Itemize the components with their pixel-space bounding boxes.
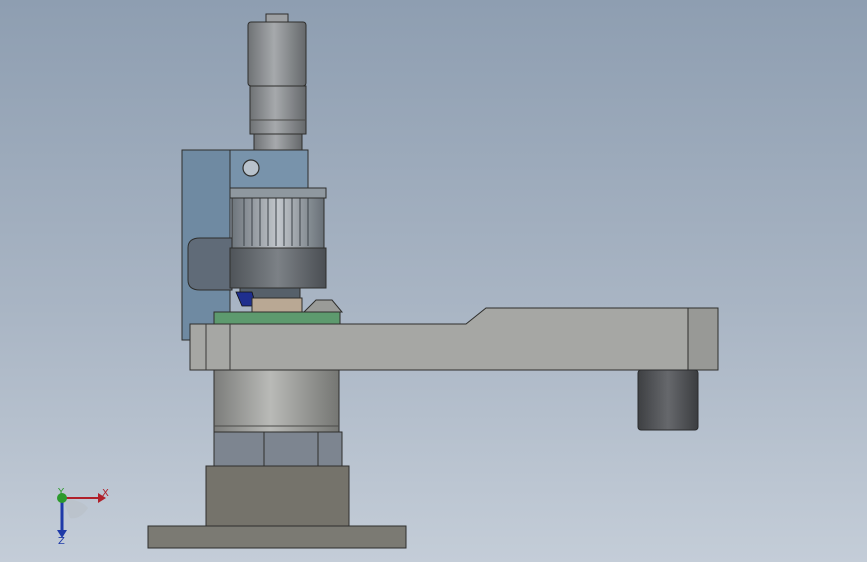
base-plate[interactable] bbox=[147, 525, 407, 549]
end-effector-foot[interactable] bbox=[637, 369, 699, 431]
axis-triad[interactable]: X Y Z bbox=[40, 478, 120, 546]
pulley-hub[interactable] bbox=[229, 247, 327, 289]
bracket-hole bbox=[242, 159, 260, 177]
z-axis-label: Z bbox=[58, 536, 65, 546]
cad-viewport[interactable]: X Y Z bbox=[0, 0, 867, 562]
base-nut[interactable] bbox=[213, 431, 343, 467]
motor-upper[interactable] bbox=[247, 21, 307, 87]
x-axis-label: X bbox=[102, 488, 109, 499]
base-block[interactable] bbox=[205, 465, 350, 527]
y-axis-label: Y bbox=[57, 487, 65, 498]
mounting-plate[interactable] bbox=[213, 311, 341, 325]
motor-lower[interactable] bbox=[249, 85, 307, 135]
arm-end-cap[interactable] bbox=[687, 307, 719, 371]
robot-arm-model[interactable] bbox=[0, 0, 867, 562]
joint1-housing[interactable] bbox=[213, 369, 340, 433]
timing-pulley[interactable] bbox=[231, 189, 325, 249]
